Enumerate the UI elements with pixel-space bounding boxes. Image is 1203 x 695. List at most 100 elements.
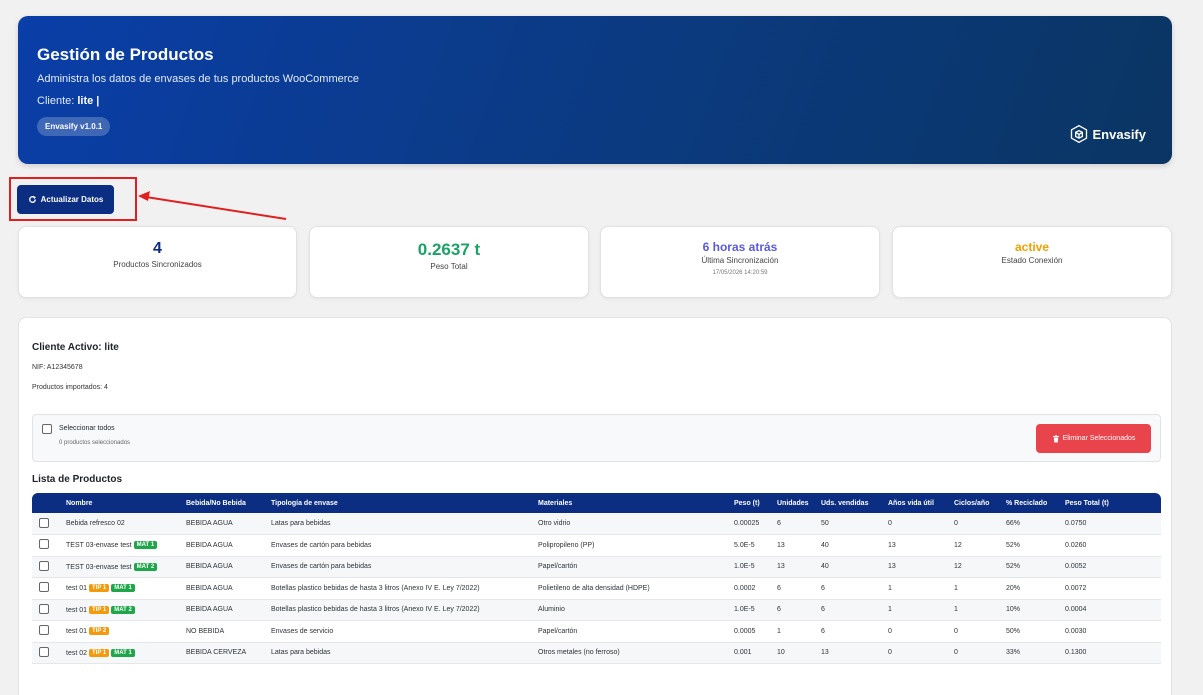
stat-label: Peso Total — [430, 262, 468, 271]
cell-bebida: BEBIDA AGUA — [182, 534, 267, 557]
table-row[interactable]: TEST 03-envase test MAT 2 BEBIDA AGUA Envas… — [32, 556, 1161, 578]
refresh-icon — [28, 195, 36, 203]
cell-unidades: 6 — [773, 513, 817, 535]
column-header[interactable]: % Reciclado — [1002, 493, 1061, 513]
table-row[interactable]: TEST 03-envase test MAT 1 BEBIDA AGUA Envas… — [32, 534, 1161, 557]
cell-name: TEST 03-envase test MAT 2 — [62, 556, 182, 578]
product-name: TEST 03-envase test — [66, 563, 132, 571]
cell-reciclado: 33% — [1002, 642, 1061, 664]
table-row[interactable]: test 02 TIP 1 MAT 1 BEBIDA CERVEZA Latas par… — [32, 642, 1161, 664]
selected-count: 0 productos seleccionados — [59, 440, 131, 446]
cell-vida-util: 13 — [884, 534, 950, 557]
table-row[interactable]: test 01 TIP 2 NO BEBIDA Envases de servicio… — [32, 620, 1161, 643]
table-row[interactable]: test 01 TIP 1 MAT 1 BEBIDA AGUA Botellas pla… — [32, 577, 1161, 600]
cell-materiales: Polipropileno (PP) — [534, 534, 730, 557]
imported-count: Productos importados: 4 — [32, 384, 108, 391]
table-row[interactable]: Bebida refresco 02 BEBIDA AGUA Latas para … — [32, 513, 1161, 535]
column-header[interactable]: Peso Total (t) — [1061, 493, 1161, 513]
cell-vendidas: 40 — [817, 534, 884, 557]
cell-vida-util: 1 — [884, 577, 950, 600]
cell-peso: 0.0005 — [730, 620, 773, 643]
select-all-label[interactable]: Seleccionar todos — [59, 425, 115, 432]
row-checkbox[interactable] — [39, 625, 49, 636]
column-header[interactable]: Bebida/No Bebida — [182, 493, 267, 513]
row-checkbox[interactable] — [39, 603, 49, 614]
cell-name: test 01 TIP 1 MAT 2 — [62, 599, 182, 621]
column-header[interactable]: Uds. vendidas — [817, 493, 884, 513]
cell-vida-util: 0 — [884, 620, 950, 643]
cell-materiales: Otro vidrio — [534, 513, 730, 535]
cell-vida-util: 1 — [884, 599, 950, 621]
cell-tipologia: Envases de servicio — [267, 620, 534, 643]
cell-vida-util: 0 — [884, 642, 950, 664]
select-all-checkbox[interactable] — [42, 424, 52, 434]
trash-icon — [1052, 434, 1059, 442]
column-header[interactable]: Nombre — [62, 493, 182, 513]
table-row[interactable]: test 01 TIP 1 MAT 2 BEBIDA AGUA Botellas pla… — [32, 599, 1161, 621]
row-checkbox[interactable] — [39, 582, 49, 593]
cell-reciclado: 10% — [1002, 599, 1061, 621]
cell-materiales: Papel/cartón — [534, 556, 730, 578]
row-checkbox[interactable] — [39, 517, 49, 528]
cell-tipologia: Botellas plastico bebidas de hasta 3 lit… — [267, 577, 534, 600]
cell-tipologia: Envases de cartón para bebidas — [267, 556, 534, 578]
tip-badge: TIP 1 — [89, 584, 110, 593]
row-checkbox[interactable] — [39, 560, 49, 571]
stat-value: 0.2637 t — [417, 240, 481, 259]
stat-card-products: 4 Productos Sincronizados — [18, 226, 297, 298]
mat-badge: MAT 1 — [111, 584, 135, 593]
column-header[interactable]: Tipología de envase — [267, 493, 534, 513]
row-checkbox[interactable] — [39, 646, 49, 657]
cell-peso-total: 0.1300 — [1061, 642, 1161, 664]
row-checkbox-cell — [32, 620, 62, 643]
mat-badge: MAT 2 — [111, 605, 135, 614]
cell-vendidas: 13 — [817, 642, 884, 664]
cell-reciclado: 52% — [1002, 556, 1061, 578]
cell-ciclos: 1 — [950, 599, 1002, 621]
stat-card-connection: active Estado Conexión — [892, 226, 1172, 298]
cell-name: test 02 TIP 1 MAT 1 — [62, 642, 182, 664]
row-checkbox-cell — [32, 577, 62, 600]
cell-name: test 01 TIP 1 MAT 1 — [62, 577, 182, 600]
row-checkbox-cell — [32, 556, 62, 578]
product-name: test 01 — [66, 585, 88, 593]
cell-vendidas: 50 — [817, 513, 884, 535]
delete-selected-button[interactable]: Eliminar Seleccionados — [1036, 424, 1151, 453]
cell-peso-total: 0.0260 — [1061, 534, 1161, 557]
active-client-title: Cliente Activo: lite — [32, 342, 119, 353]
brand-name: Envasify — [1092, 126, 1146, 142]
cell-peso-total: 0.0750 — [1061, 513, 1161, 535]
column-header[interactable]: Materiales — [534, 493, 730, 513]
selection-bar: Seleccionar todos 0 productos selecciona… — [32, 414, 1161, 462]
row-checkbox-cell — [32, 534, 62, 557]
products-list-title: Lista de Productos — [32, 474, 123, 485]
cell-unidades: 13 — [773, 556, 817, 578]
row-checkbox[interactable] — [39, 539, 49, 550]
stat-value: 4 — [153, 240, 162, 257]
cell-ciclos: 12 — [950, 534, 1002, 557]
cell-vendidas: 40 — [817, 556, 884, 578]
cell-reciclado: 66% — [1002, 513, 1061, 535]
column-header[interactable]: Peso (t) — [730, 493, 773, 513]
cell-name: TEST 03-envase test MAT 1 — [62, 534, 182, 557]
cell-peso: 0.001 — [730, 642, 773, 664]
products-table: Nombre Bebida/No Bebida Tipología de env… — [32, 493, 1161, 664]
cell-unidades: 6 — [773, 577, 817, 600]
cell-peso: 1.0E-5 — [730, 556, 773, 578]
cell-tipologia: Latas para bebidas — [267, 513, 534, 535]
stat-label: Última Sincronización — [701, 256, 779, 265]
row-checkbox-cell — [32, 599, 62, 621]
column-header[interactable]: Años vida útil — [884, 493, 950, 513]
cell-tipologia: Latas para bebidas — [267, 642, 534, 664]
cell-unidades: 6 — [773, 599, 817, 621]
column-header[interactable]: Ciclos/año — [950, 493, 1002, 513]
column-header[interactable]: Unidades — [773, 493, 817, 513]
refresh-data-button[interactable]: Actualizar Datos — [17, 185, 114, 214]
mat-badge: MAT 1 — [133, 541, 158, 550]
cell-bebida: NO BEBIDA — [182, 620, 267, 643]
tip-badge: TIP 1 — [89, 648, 110, 657]
client-line: Cliente: lite | — [37, 95, 99, 107]
cell-ciclos: 0 — [950, 513, 1002, 535]
cell-materiales: Polietileno de alta densidad (HDPE) — [534, 577, 730, 600]
product-name: Bebida refresco 02 — [66, 520, 125, 527]
